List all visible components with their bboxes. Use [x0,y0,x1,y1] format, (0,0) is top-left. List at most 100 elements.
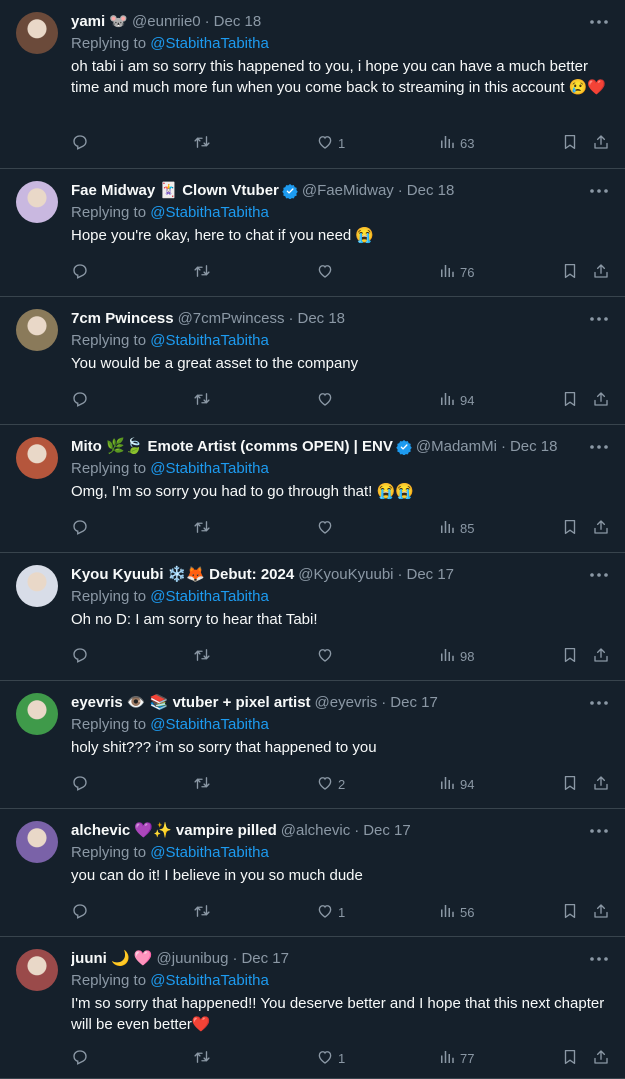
share-button[interactable] [592,517,610,539]
reply-item[interactable]: Mito 🌿🍃 Emote Artist (comms OPEN) | ENV … [0,425,625,553]
like-button[interactable]: 1 [316,1047,345,1069]
replying-to-mention[interactable]: @StabithaTabitha [150,844,269,861]
replying-to-mention[interactable]: @StabithaTabitha [150,716,269,733]
share-button[interactable] [592,261,610,283]
handle[interactable]: @KyouKyuubi [298,565,393,585]
handle[interactable]: @juunibug [157,949,229,969]
reply-item[interactable]: 7cm Pwincess @7cmPwincess · Dec 18 Reply… [0,297,625,425]
handle[interactable]: @eyevris [315,693,378,713]
bookmark-button[interactable] [561,645,579,667]
retweet-button[interactable] [193,645,211,667]
bookmark-button[interactable] [561,1047,579,1069]
retweet-button[interactable] [193,261,211,283]
timestamp[interactable]: Dec 18 [510,437,558,457]
timestamp[interactable]: Dec 17 [407,565,455,585]
reply-button[interactable] [71,261,89,283]
handle[interactable]: @7cmPwincess [178,309,285,329]
views-button[interactable]: 56 [438,901,474,923]
views-button[interactable]: 98 [438,645,474,667]
share-button[interactable] [592,901,610,923]
retweet-button[interactable] [193,1047,211,1069]
more-icon[interactable] [587,179,611,199]
retweet-button[interactable] [193,389,211,411]
handle[interactable]: @alchevic [281,821,350,841]
timestamp[interactable]: Dec 17 [390,693,438,713]
like-button[interactable] [316,645,338,667]
more-icon[interactable] [587,819,611,839]
handle[interactable]: @MadamMi [416,437,497,457]
reply-button[interactable] [71,645,89,667]
views-button[interactable]: 94 [438,773,474,795]
reply-item[interactable]: juuni 🌙 🩷 @juunibug · Dec 17 Replying to… [0,937,625,1079]
bookmark-button[interactable] [561,773,579,795]
retweet-button[interactable] [193,132,211,154]
reply-button[interactable] [71,132,89,154]
more-icon[interactable] [587,947,611,967]
more-icon[interactable] [587,691,611,711]
replying-to-mention[interactable]: @StabithaTabitha [150,460,269,477]
handle[interactable]: @FaeMidway [302,181,394,201]
avatar[interactable] [16,309,58,351]
avatar[interactable] [16,181,58,223]
like-button[interactable]: 1 [316,901,345,923]
views-button[interactable]: 94 [438,389,474,411]
reply-button[interactable] [71,389,89,411]
display-name[interactable]: Kyou Kyuubi ❄️🦊 Debut: 2024 [71,565,294,585]
avatar[interactable] [16,821,58,863]
share-button[interactable] [592,389,610,411]
reply-button[interactable] [71,773,89,795]
more-icon[interactable] [587,435,611,455]
reply-item[interactable]: Fae Midway 🃏 Clown Vtuber @FaeMidway · D… [0,169,625,297]
avatar[interactable] [16,693,58,735]
replying-to-mention[interactable]: @StabithaTabitha [150,204,269,221]
retweet-button[interactable] [193,901,211,923]
replying-to-mention[interactable]: @StabithaTabitha [150,332,269,349]
reply-item[interactable]: yami 🐭 @eunriie0 · Dec 18 Replying to @S… [0,0,625,169]
display-name[interactable]: alchevic 💜✨ vampire pilled [71,821,277,841]
reply-item[interactable]: eyevris 👁️ 📚 vtuber + pixel artist @eyev… [0,681,625,809]
timestamp[interactable]: Dec 18 [214,12,262,32]
timestamp[interactable]: Dec 17 [363,821,411,841]
like-button[interactable] [316,517,338,539]
display-name[interactable]: Mito 🌿🍃 Emote Artist (comms OPEN) | ENV [71,437,393,457]
like-button[interactable] [316,261,338,283]
more-icon[interactable] [587,10,611,30]
views-button[interactable]: 76 [438,261,474,283]
like-button[interactable]: 1 [316,132,345,154]
bookmark-button[interactable] [561,261,579,283]
replying-to-mention[interactable]: @StabithaTabitha [150,588,269,605]
reply-item[interactable]: alchevic 💜✨ vampire pilled @alchevic · D… [0,809,625,937]
timestamp[interactable]: Dec 18 [407,181,455,201]
reply-item[interactable]: Kyou Kyuubi ❄️🦊 Debut: 2024 @KyouKyuubi … [0,553,625,681]
avatar[interactable] [16,437,58,479]
views-button[interactable]: 85 [438,517,474,539]
display-name[interactable]: juuni 🌙 🩷 [71,949,153,969]
bookmark-button[interactable] [561,132,579,154]
avatar[interactable] [16,565,58,607]
share-button[interactable] [592,1047,610,1069]
reply-button[interactable] [71,1047,89,1069]
display-name[interactable]: eyevris 👁️ 📚 vtuber + pixel artist [71,693,311,713]
bookmark-button[interactable] [561,389,579,411]
display-name[interactable]: yami 🐭 [71,12,128,32]
share-button[interactable] [592,773,610,795]
timestamp[interactable]: Dec 18 [297,309,345,329]
more-icon[interactable] [587,563,611,583]
like-button[interactable]: 2 [316,773,345,795]
views-button[interactable]: 63 [438,132,474,154]
display-name[interactable]: Fae Midway 🃏 Clown Vtuber [71,181,279,201]
share-button[interactable] [592,132,610,154]
retweet-button[interactable] [193,773,211,795]
reply-button[interactable] [71,901,89,923]
replying-to-mention[interactable]: @StabithaTabitha [150,35,269,52]
retweet-button[interactable] [193,517,211,539]
share-button[interactable] [592,645,610,667]
avatar[interactable] [16,12,58,54]
timestamp[interactable]: Dec 17 [241,949,289,969]
views-button[interactable]: 77 [438,1047,474,1069]
replying-to-mention[interactable]: @StabithaTabitha [150,972,269,989]
more-icon[interactable] [587,307,611,327]
bookmark-button[interactable] [561,901,579,923]
display-name[interactable]: 7cm Pwincess [71,309,174,329]
bookmark-button[interactable] [561,517,579,539]
